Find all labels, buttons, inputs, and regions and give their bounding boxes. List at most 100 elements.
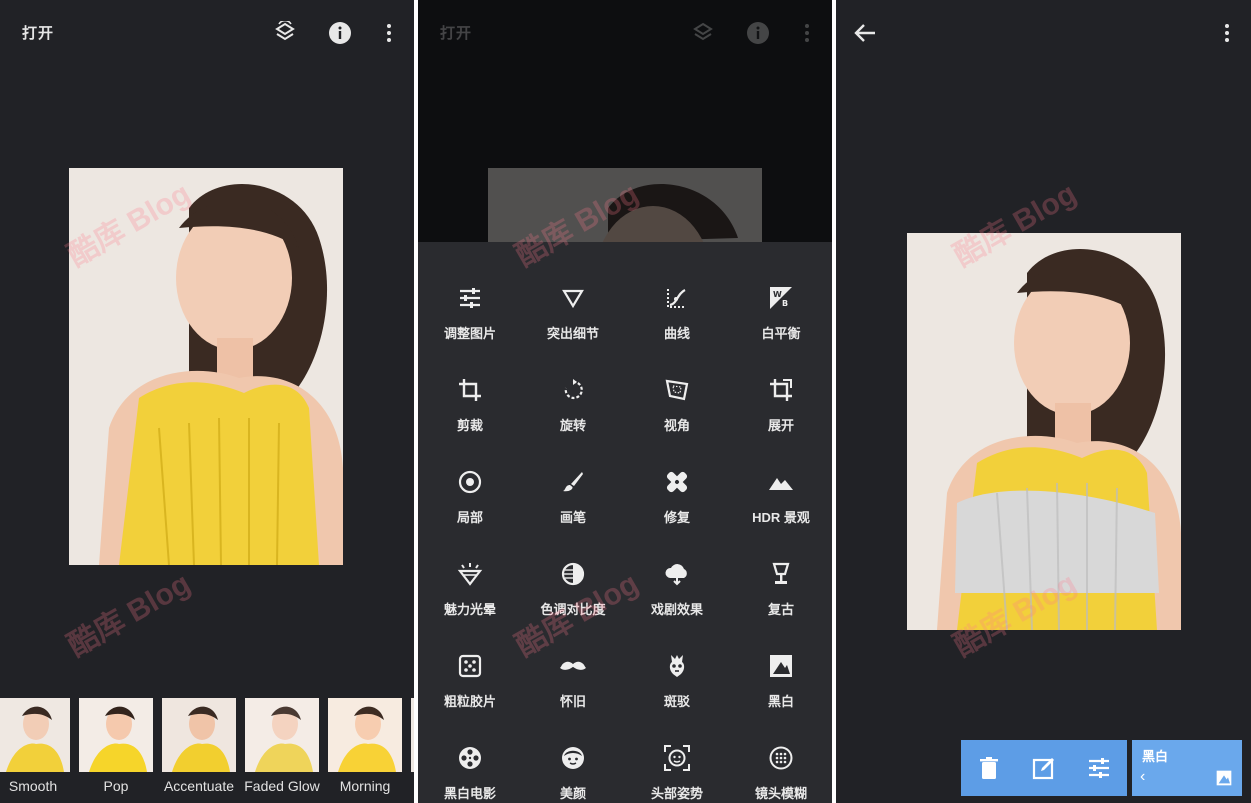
filter-thumbnail — [79, 698, 153, 772]
editor-panel-stack: 酷库 Blog 酷库 Blog 黑白 ‹ — [836, 0, 1251, 803]
face-icon — [560, 745, 586, 771]
expand-icon — [768, 377, 794, 403]
tool-label: 镜头模糊 — [754, 786, 807, 801]
portrait-image-bw-brush — [907, 233, 1181, 630]
tool-label: 怀旧 — [559, 694, 586, 709]
filter-accentuate[interactable]: Accentuate — [162, 698, 236, 802]
tool-rotate[interactable]: 旋转 — [521, 377, 625, 469]
info-icon — [745, 20, 771, 46]
tool-selective[interactable]: 局部 — [418, 469, 522, 561]
filter-label: Morning — [339, 778, 391, 794]
filter-label: Accentuate — [163, 778, 235, 794]
portrait-image — [69, 168, 343, 565]
filter-label: Faded Glow — [244, 778, 320, 794]
tool-label: 视角 — [663, 418, 690, 433]
hdr-mountain-icon — [768, 469, 794, 495]
tool-label: 斑驳 — [663, 694, 690, 709]
lens-blur-icon — [768, 745, 794, 771]
tool-lens-blur[interactable]: 镜头模糊 — [729, 745, 832, 803]
filter-smooth[interactable]: Smooth — [0, 698, 70, 802]
filter-thumbnail — [328, 698, 402, 772]
layers-icon — [690, 20, 716, 46]
filter-thumbnail — [162, 698, 236, 772]
tune-icon — [457, 285, 483, 311]
back-arrow-icon[interactable] — [852, 20, 878, 46]
stack-item-label: 黑白 — [1142, 749, 1169, 764]
tool-face[interactable]: 美颜 — [521, 745, 625, 803]
edit-stack-item-black-white[interactable]: 黑白 ‹ — [1132, 740, 1242, 796]
noir-film-reel-icon — [457, 745, 483, 771]
vintage-lamp-icon — [768, 561, 794, 587]
top-bar: 打开 — [0, 0, 414, 64]
tool-tune-image[interactable]: 调整图片 — [418, 285, 522, 377]
details-triangle-icon — [560, 285, 586, 311]
edit-icon[interactable] — [1032, 756, 1056, 780]
tool-label: 画笔 — [559, 510, 586, 525]
tool-vintage[interactable]: 复古 — [729, 561, 832, 653]
tool-noir[interactable]: 黑白电影 — [418, 745, 522, 803]
tool-label: 戏剧效果 — [650, 602, 703, 617]
tool-label: 修复 — [663, 510, 690, 525]
svg-text:W: W — [773, 290, 782, 299]
tool-label: 黑白 — [767, 694, 794, 709]
top-bar-dimmed: 打开 — [418, 0, 832, 64]
tool-grunge[interactable]: 斑驳 — [625, 653, 729, 745]
filter-next-partial[interactable] — [411, 698, 414, 802]
head-pose-icon — [664, 745, 690, 771]
photo-preview-dimmed — [488, 168, 762, 242]
info-icon[interactable] — [327, 20, 353, 46]
tool-tonal-contrast[interactable]: 色调对比度 — [521, 561, 625, 653]
layers-icon[interactable] — [272, 20, 298, 46]
tool-label: 头部姿势 — [650, 786, 703, 801]
healing-icon — [664, 469, 690, 495]
chevron-left-icon[interactable]: ‹ — [1140, 768, 1145, 786]
filter-thumbnail — [411, 698, 414, 772]
tool-label: 粗粒胶片 — [443, 694, 496, 709]
selective-icon — [457, 469, 483, 495]
photo-preview — [69, 168, 343, 565]
tool-label: 突出细节 — [546, 326, 599, 341]
tune-icon[interactable] — [1087, 756, 1111, 780]
perspective-icon — [664, 377, 690, 403]
tool-label: 白平衡 — [761, 326, 801, 341]
tool-white-balance[interactable]: WB 白平衡 — [729, 285, 832, 377]
more-vert-icon[interactable] — [376, 20, 402, 46]
tool-curves[interactable]: 曲线 — [625, 285, 729, 377]
crop-icon — [457, 377, 483, 403]
tool-retrolux[interactable]: 怀旧 — [521, 653, 625, 745]
tool-crop[interactable]: 剪裁 — [418, 377, 522, 469]
tool-label: 曲线 — [663, 326, 690, 341]
stack-action-bar — [961, 740, 1127, 796]
tool-label: 调整图片 — [443, 326, 496, 341]
tool-label: 局部 — [456, 510, 483, 525]
tool-head-pose[interactable]: 头部姿势 — [625, 745, 729, 803]
filter-thumbnail — [0, 698, 70, 772]
tool-hdr[interactable]: HDR 景观 — [729, 469, 832, 561]
filter-faded-glow[interactable]: Faded Glow — [244, 698, 320, 802]
more-vert-icon — [794, 20, 820, 46]
editor-panel-tools: 打开 调整图片 突出细节 曲线 WB 白平衡 剪裁 旋转 视角 展开 局部 画笔… — [418, 0, 832, 803]
tools-sheet: 调整图片 突出细节 曲线 WB 白平衡 剪裁 旋转 视角 展开 局部 画笔 修复… — [418, 242, 832, 803]
tool-black-white[interactable]: 黑白 — [729, 653, 832, 745]
tool-expand[interactable]: 展开 — [729, 377, 832, 469]
tool-grainy-film[interactable]: 粗粒胶片 — [418, 653, 522, 745]
tool-details[interactable]: 突出细节 — [521, 285, 625, 377]
more-vert-icon[interactable] — [1214, 20, 1240, 46]
retrolux-mustache-icon — [560, 653, 586, 679]
tonal-contrast-icon — [560, 561, 586, 587]
black-white-icon — [768, 653, 794, 679]
filter-pop[interactable]: Pop — [79, 698, 153, 802]
rotate-icon — [560, 377, 586, 403]
tool-brush[interactable]: 画笔 — [521, 469, 625, 561]
tool-drama[interactable]: 戏剧效果 — [625, 561, 729, 653]
tool-perspective[interactable]: 视角 — [625, 377, 729, 469]
tool-label: 剪裁 — [456, 418, 483, 433]
filter-filmstrip: Smooth Pop Accentuate Faded Glow Morning — [0, 679, 414, 803]
grainy-film-icon — [457, 653, 483, 679]
delete-icon[interactable] — [977, 756, 1001, 780]
tool-healing[interactable]: 修复 — [625, 469, 729, 561]
tool-glamour-glow[interactable]: 魅力光晕 — [418, 561, 522, 653]
filter-morning[interactable]: Morning — [328, 698, 402, 802]
open-button[interactable]: 打开 — [22, 22, 54, 43]
grunge-icon — [664, 653, 690, 679]
